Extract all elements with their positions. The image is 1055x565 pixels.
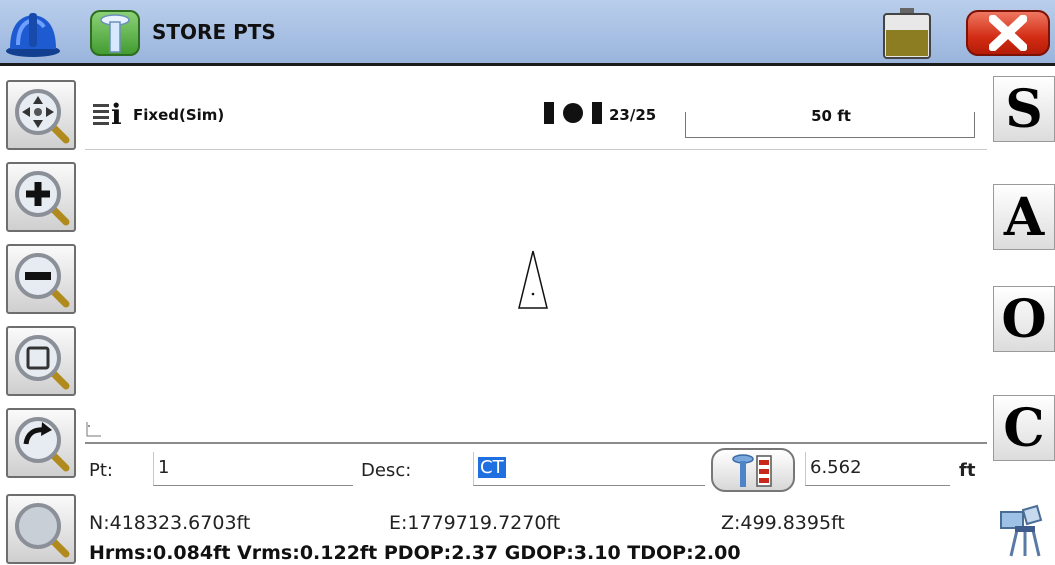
store-points-screen: STORE PTS S A O C i Fixed(Sim) 23/25 50 … <box>0 0 1055 565</box>
zoom-in-button[interactable] <box>6 162 76 232</box>
pt-label: Pt: <box>89 460 113 481</box>
zoom-extents-button[interactable] <box>6 494 76 564</box>
map-view[interactable]: i Fixed(Sim) 23/25 50 ft <box>85 70 987 442</box>
position-marker-icon <box>517 250 549 310</box>
axis-origin-icon <box>85 420 105 440</box>
svg-text:i: i <box>111 98 122 128</box>
zoom-extents-icon <box>15 503 70 558</box>
scale-label: 50 ft <box>811 107 851 125</box>
easting-value: E:1779719.7270ft <box>389 512 561 534</box>
code-button[interactable]: C <box>993 395 1055 461</box>
title-bar: STORE PTS <box>0 0 1055 66</box>
zoom-out-icon <box>15 253 70 308</box>
left-toolbar <box>0 70 84 565</box>
point-number-field[interactable]: 1 <box>153 452 353 486</box>
close-icon <box>989 15 1027 51</box>
battery-icon <box>880 6 934 60</box>
zoom-out-button[interactable] <box>6 244 76 314</box>
zoom-pan-icon <box>15 89 70 144</box>
gps-rod-icon <box>732 454 772 487</box>
store-button[interactable]: S <box>993 76 1055 142</box>
gps-status-row: i Fixed(Sim) 23/25 50 ft <box>85 70 987 150</box>
fix-status: Fixed(Sim) <box>133 106 225 124</box>
zoom-window-icon <box>15 335 70 390</box>
rod-height-unit: ft <box>959 460 976 481</box>
zoom-previous-button[interactable] <box>6 408 76 478</box>
gps-info-icon[interactable]: i <box>91 98 129 131</box>
zoom-pan-button[interactable] <box>6 80 76 150</box>
description-field[interactable]: CT <box>473 452 705 486</box>
scale-bar: 50 ft <box>685 107 975 138</box>
description-value: CT <box>478 457 506 478</box>
elevation-value: Z:499.8395ft <box>721 512 845 534</box>
right-toolbar: S A O C <box>987 70 1055 565</box>
average-button[interactable]: A <box>993 184 1055 250</box>
zoom-in-icon <box>15 171 70 226</box>
gps-rod-icon[interactable] <box>90 10 140 56</box>
hardhat-icon[interactable] <box>4 7 62 59</box>
zoom-window-button[interactable] <box>6 326 76 396</box>
rod-height-button[interactable] <box>711 448 795 492</box>
desc-label: Desc: <box>361 460 412 481</box>
page-title: STORE PTS <box>152 20 276 44</box>
point-entry-panel: Pt: 1 Desc: CT 6.562 ft N:418323.6703ft … <box>85 442 987 565</box>
northing-value: N:418323.6703ft <box>89 512 251 534</box>
satellite-count: 23/25 <box>609 106 657 124</box>
zoom-previous-icon <box>15 417 70 472</box>
offset-button[interactable]: O <box>993 286 1055 352</box>
survey-settings-icon[interactable] <box>997 502 1051 558</box>
satellite-icon[interactable] <box>542 100 604 126</box>
close-button[interactable] <box>966 10 1050 56</box>
accuracy-status: Hrms:0.084ft Vrms:0.122ft PDOP:2.37 GDOP… <box>89 542 741 564</box>
rod-height-field[interactable]: 6.562 <box>805 452 950 486</box>
